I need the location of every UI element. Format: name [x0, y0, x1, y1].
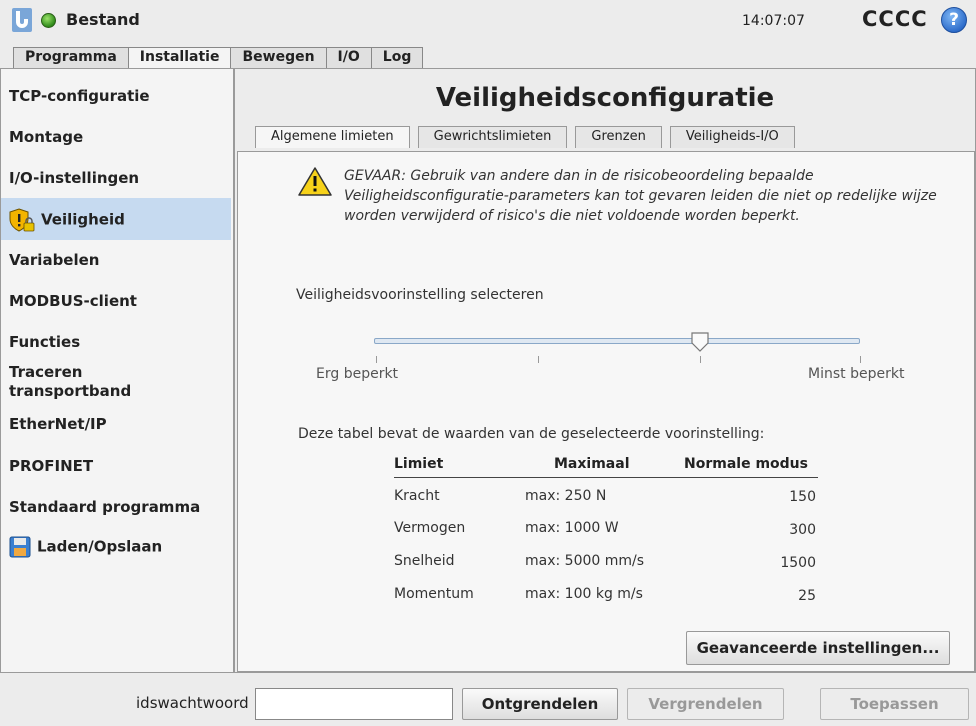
slider-tick	[376, 356, 377, 363]
slider-tick	[700, 356, 701, 363]
table-cell: max: 250 N	[525, 488, 607, 504]
main-content: Veiligheidsconfiguratie Algemene limiete…	[234, 68, 976, 673]
robot-name: CCCC	[862, 7, 928, 31]
sidebar-item-ethernetip[interactable]: EtherNet/IP	[1, 415, 231, 433]
preset-slider-track[interactable]	[374, 338, 860, 344]
sidebar-item-label: Laden/Opslaan	[37, 537, 163, 556]
warning-icon	[298, 167, 332, 196]
apply-button[interactable]: Toepassen	[820, 688, 969, 720]
floppy-disk-icon	[9, 536, 31, 558]
main-tabs: Programma Installatie Bewegen I/O Log	[13, 47, 424, 69]
column-header: Normale modus	[684, 456, 808, 472]
table-cell: Vermogen	[394, 520, 466, 536]
general-limits-panel: GEVAAR: Gebruik van andere dan in de ris…	[237, 151, 975, 672]
tab-io[interactable]: I/O	[325, 47, 372, 68]
sidebar-item-modbus[interactable]: MODBUS-client	[1, 292, 231, 310]
tab-general-limits[interactable]: Algemene limieten	[255, 126, 410, 148]
column-header: Limiet	[394, 456, 444, 472]
status-icon	[41, 13, 56, 28]
sidebar-item-functies[interactable]: Functies	[1, 333, 231, 351]
table-cell: 25	[798, 588, 816, 604]
slider-min-label: Erg beperkt	[316, 366, 399, 382]
sidebar-item-montage[interactable]: Montage	[1, 128, 231, 146]
table-cell: max: 100 kg m/s	[525, 586, 643, 602]
sidebar-item-veiligheid[interactable]: Veiligheid	[1, 198, 231, 240]
sidebar-item-conveyor[interactable]: Traceren transportband	[1, 363, 151, 401]
preset-label: Veiligheidsvoorinstelling selecteren	[296, 287, 544, 303]
tab-programma[interactable]: Programma	[13, 47, 129, 68]
table-cell: 150	[789, 489, 816, 505]
password-input[interactable]	[255, 688, 453, 720]
sidebar-item-load-save[interactable]: Laden/Opslaan	[1, 536, 231, 558]
page-title: Veiligheidsconfiguratie	[435, 83, 775, 113]
sidebar-item-label: Veiligheid	[41, 210, 125, 229]
lock-button[interactable]: Vergrendelen	[627, 688, 784, 720]
tab-installatie[interactable]: Installatie	[127, 47, 232, 69]
clock: 14:07:07	[742, 13, 805, 29]
table-cell: 300	[789, 522, 816, 538]
table-cell: 1500	[780, 555, 816, 571]
bottom-bar: idswachtwoord Ontgrendelen Vergrendelen …	[0, 676, 976, 726]
shield-lock-icon	[9, 208, 35, 232]
sidebar-item-variabelen[interactable]: Variabelen	[1, 251, 231, 269]
sidebar-item-default-program[interactable]: Standaard programma	[1, 498, 231, 516]
top-bar: Bestand 14:07:07 CCCC ?	[0, 0, 976, 44]
sidebar-item-profinet[interactable]: PROFINET	[1, 457, 231, 475]
help-icon[interactable]: ?	[941, 7, 967, 33]
table-cell: max: 5000 mm/s	[525, 553, 645, 569]
ur-logo-icon	[12, 8, 32, 32]
table-cell: Momentum	[394, 586, 474, 602]
preset-slider-thumb[interactable]	[691, 332, 709, 352]
table-caption: Deze tabel bevat de waarden van de gesel…	[298, 426, 765, 442]
slider-tick	[538, 356, 539, 363]
slider-tick	[860, 356, 861, 363]
tab-bewegen[interactable]: Bewegen	[230, 47, 327, 68]
column-header: Maximaal	[554, 456, 630, 472]
file-menu[interactable]: Bestand	[66, 10, 140, 29]
slider-max-label: Minst beperkt	[808, 366, 905, 382]
table-cell: max: 1000 W	[525, 520, 619, 536]
danger-warning: GEVAAR: Gebruik van andere dan in de ris…	[344, 168, 937, 224]
sidebar-item-io-settings[interactable]: I/O-instellingen	[1, 169, 231, 187]
table-cell: Kracht	[394, 488, 440, 504]
table-cell: Snelheid	[394, 553, 455, 569]
tab-joint-limits[interactable]: Gewrichtslimieten	[417, 126, 568, 148]
advanced-settings-button[interactable]: Geavanceerde instellingen...	[686, 631, 950, 665]
safety-tabs: Algemene limieten Gewrichtslimieten Gren…	[255, 126, 803, 148]
tab-safety-io[interactable]: Veiligheids-I/O	[669, 126, 795, 148]
sidebar: TCP-configuratie Montage I/O-instellinge…	[0, 68, 234, 673]
password-label: idswachtwoord	[136, 694, 249, 712]
header-divider	[394, 477, 818, 478]
tab-boundaries[interactable]: Grenzen	[575, 126, 662, 148]
unlock-button[interactable]: Ontgrendelen	[462, 688, 618, 720]
sidebar-item-tcp[interactable]: TCP-configuratie	[1, 87, 231, 105]
tab-log[interactable]: Log	[370, 47, 424, 68]
